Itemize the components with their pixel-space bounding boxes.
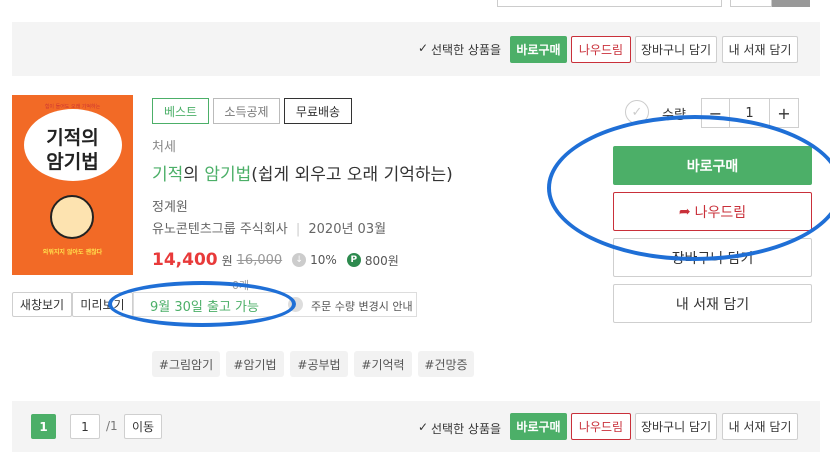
hashtag-1[interactable]: #그림암기 <box>152 351 220 377</box>
title-highlight-1: 기적 <box>152 165 184 185</box>
bottom-select-check-icon[interactable]: ✓ <box>418 420 428 434</box>
product-author[interactable]: 정계원 <box>152 196 188 215</box>
hashtag-4[interactable]: #기억력 <box>354 351 412 377</box>
product-publisher-line: 유노콘텐츠그룹 주식회사 | 2020년 03월 <box>152 218 386 237</box>
add-to-shelf-button[interactable]: 내 서재 담기 <box>613 284 812 323</box>
top-partial-button <box>772 0 810 7</box>
bottom-shelf-button[interactable]: 내 서재 담기 <box>722 413 798 440</box>
preview-new-window-button[interactable]: 새창보기 <box>12 292 72 317</box>
points-value: 800원 <box>364 253 399 268</box>
cover-character <box>50 195 94 239</box>
cover-tagline: 외워지지 않아도 괜찮다 <box>42 249 103 256</box>
badge-best: 베스트 <box>152 98 209 124</box>
top-gift-button[interactable]: 나우드림 <box>571 36 631 63</box>
title-text-2: (쉽게 외우고 오래 기억하는) <box>251 165 453 185</box>
badge-free-shipping: 무료배송 <box>284 98 352 124</box>
select-label: 선택한 상품을 <box>431 43 502 57</box>
discount-icon: ↓ <box>292 253 307 267</box>
product-title[interactable]: 기적의 암기법(쉽게 외우고 오래 기억하는) <box>152 160 453 185</box>
bottom-gift-button[interactable]: 나우드림 <box>571 413 631 440</box>
page-number-input[interactable]: 1 <box>70 414 100 439</box>
annotation-ellipse-buttons <box>547 115 830 261</box>
book-cover-image[interactable]: 힘이 들어도 오래 기억하는 기적의 암기법 외워지지 않아도 괜찮다 <box>12 95 133 275</box>
hashtag-3[interactable]: #공부법 <box>290 351 348 377</box>
top-shelf-button[interactable]: 내 서재 담기 <box>722 36 798 63</box>
bottom-select-label: 선택한 상품을 <box>431 422 502 436</box>
bottom-cart-button[interactable]: 장바구니 담기 <box>635 413 717 440</box>
product-date: 2020년 03월 <box>308 222 387 237</box>
current-page-button[interactable]: 1 <box>31 414 56 439</box>
points-icon: P <box>346 253 361 267</box>
discount-rate: 10% <box>310 253 337 267</box>
original-price: 16,000 <box>236 252 283 268</box>
cover-subtitle: 힘이 들어도 오래 기억하는 <box>44 104 101 110</box>
title-text-1: 의 <box>183 165 205 185</box>
hashtag-2[interactable]: #암기법 <box>226 351 284 377</box>
sale-price: 14,400 <box>152 250 218 270</box>
product-category[interactable]: 처세 <box>152 136 176 155</box>
separator: | <box>295 222 301 237</box>
page-go-button[interactable]: 이동 <box>124 414 162 439</box>
page-total: /1 <box>106 419 118 433</box>
top-cart-button[interactable]: 장바구니 담기 <box>635 36 717 63</box>
quantity-plus-button[interactable]: + <box>769 98 799 128</box>
order-notice[interactable]: 주문 수량 변경시 안내 <box>311 298 413 314</box>
top-buy-button[interactable]: 바로구매 <box>510 36 567 63</box>
won-unit: 원 <box>221 253 233 268</box>
badge-tax-deduction: 소득공제 <box>213 98 280 124</box>
annotation-ellipse-ship-date <box>108 281 296 327</box>
cover-title-line1: 기적의 <box>46 127 99 149</box>
bottom-buy-button[interactable]: 바로구매 <box>510 413 567 440</box>
price-line: 14,400 원 16,000 ↓ 10% P 800원 <box>152 250 399 270</box>
title-highlight-2: 암기법 <box>204 165 252 185</box>
top-partial-input <box>730 0 772 7</box>
cover-title-line2: 암기법 <box>46 151 99 173</box>
hashtag-5[interactable]: #건망증 <box>418 351 474 377</box>
product-publisher[interactable]: 유노콘텐츠그룹 주식회사 <box>152 222 288 237</box>
top-partial-controls <box>497 0 722 7</box>
select-all-check-icon[interactable]: ✓ <box>418 41 428 55</box>
